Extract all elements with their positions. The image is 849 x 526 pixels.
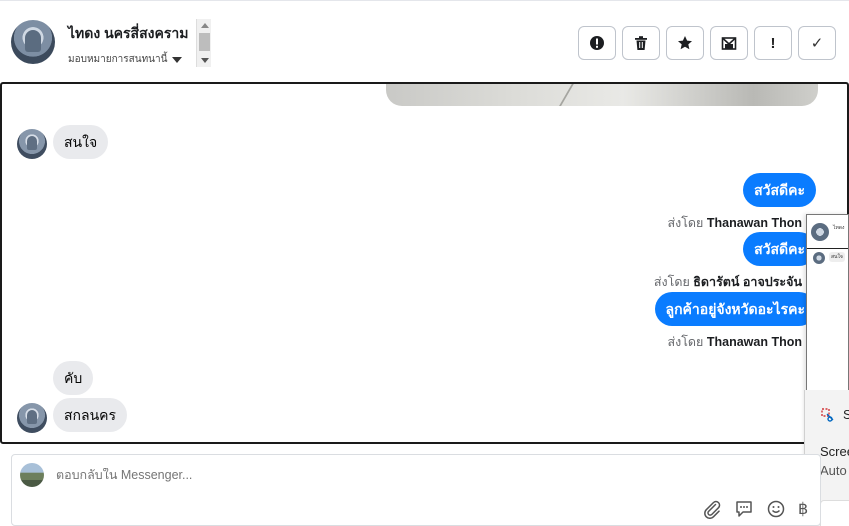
sent-by-label: ส่งโดย Thanawan Thon (667, 216, 802, 230)
exclamation-icon: ! (770, 34, 776, 52)
check-icon: ✓ (810, 35, 824, 52)
screenshot-thumbnail[interactable]: ไทดง สนใจ (806, 214, 849, 392)
snip-app-letter: S (843, 407, 849, 422)
page-avatar (20, 463, 44, 487)
thumb-avatar-small (813, 252, 825, 264)
assign-conversation-dropdown[interactable]: มอบหมายการสนทนานี้ (68, 52, 183, 67)
mark-spam-button[interactable] (578, 26, 616, 60)
thumb-title: ไทดง (833, 225, 845, 231)
star-button[interactable] (666, 26, 704, 60)
assign-label: มอบหมายการสนทนานี้ (68, 54, 168, 65)
incoming-message[interactable]: สนใจ (53, 125, 109, 159)
scroll-thumb[interactable] (199, 33, 210, 51)
saved-reply-icon[interactable] (734, 499, 754, 519)
scroll-up-icon[interactable] (201, 23, 209, 28)
contact-info: ไทดง นครสี่สงคราม มอบหมายการสนทนานี้ (64, 17, 212, 69)
incoming-message[interactable]: คับ (53, 361, 94, 395)
mark-done-button[interactable]: ✓ (798, 26, 836, 60)
scroll-down-icon[interactable] (201, 58, 209, 63)
emoji-icon[interactable] (766, 499, 786, 519)
reply-input[interactable] (56, 468, 756, 482)
snip-preview[interactable] (820, 500, 849, 526)
thumb-divider (807, 248, 848, 249)
conversation-header: ไทดง นครสี่สงคราม มอบหมายการสนทนานี้ ! ✓ (0, 0, 849, 82)
outgoing-message[interactable]: ลูกค้าอยู่จังหวัดอะไรคะ (654, 292, 816, 326)
trash-icon (635, 36, 647, 50)
reply-composer: ฿ (11, 454, 821, 526)
contact-avatar[interactable] (11, 20, 55, 64)
snip-title: Scree (820, 444, 849, 459)
snip-subtitle: Auto (820, 463, 847, 478)
scissors-icon (821, 408, 834, 422)
star-icon (678, 36, 692, 50)
outgoing-message[interactable]: สวัสดีคะ (743, 173, 816, 207)
name-scrollbar[interactable] (196, 19, 211, 67)
sent-by-label: ส่งโดย ธิดารัตน์ อาจประจัน (653, 275, 802, 289)
caret-down-icon (172, 56, 183, 63)
conversation-window: ไทดง นครสี่สงคราม มอบหมายการสนทนานี้ ! ✓… (0, 0, 849, 526)
mark-unread-button[interactable] (710, 26, 748, 60)
sender-name: ธิดารัตน์ อาจประจัน (693, 275, 802, 289)
composer-tools: ฿ (702, 499, 810, 519)
shared-image-attachment[interactable] (386, 84, 818, 106)
message-thread[interactable]: สนใจ สวัสดีคะ ส่งโดย Thanawan Thon สวัสด… (0, 82, 849, 444)
sender-name: Thanawan Thon (706, 216, 802, 230)
incoming-message[interactable]: สกลนคร (53, 398, 128, 432)
important-button[interactable]: ! (754, 26, 792, 60)
delete-button[interactable] (622, 26, 660, 60)
header-actions: ! ✓ (578, 26, 836, 60)
sender-avatar[interactable] (17, 403, 47, 433)
contact-name[interactable]: ไทดง นครสี่สงคราม (68, 23, 188, 45)
mail-x-icon (721, 37, 737, 50)
payment-icon[interactable]: ฿ (798, 499, 810, 519)
alert-circle-icon (590, 36, 604, 50)
thumb-avatar (811, 223, 829, 241)
paperclip-icon[interactable] (702, 499, 722, 519)
thumb-message: สนใจ (829, 252, 845, 262)
sent-by-label: ส่งโดย Thanawan Thon (667, 335, 802, 349)
sender-avatar[interactable] (17, 129, 47, 159)
sender-name: Thanawan Thon (706, 335, 802, 349)
